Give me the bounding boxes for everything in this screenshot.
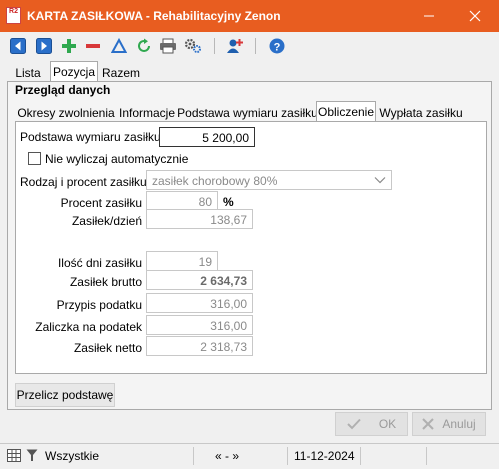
help-button[interactable]: ? (268, 37, 286, 55)
toolbar: ? (0, 32, 499, 60)
netto-input[interactable]: 2 318,73 (146, 336, 253, 356)
previous-button[interactable] (9, 37, 27, 55)
przypis-label: Przypis podatku (56, 298, 142, 312)
podstawa-input[interactable]: 5 200,00 (159, 127, 255, 147)
tab-lista[interactable]: Lista (9, 63, 47, 82)
status-date: 11-12-2024 (294, 449, 355, 463)
tab-okresy-zwolnienia[interactable]: Okresy zwolnienia (17, 103, 114, 122)
settings-button[interactable] (184, 37, 202, 55)
brutto-input[interactable]: 2 634,73 (146, 270, 253, 290)
user-add-icon (227, 39, 243, 53)
minimize-button[interactable] (406, 0, 452, 32)
filter-icon[interactable] (26, 449, 38, 465)
minimize-icon (424, 15, 434, 17)
triangle-icon (111, 38, 127, 53)
svg-text:?: ? (274, 42, 281, 54)
printer-icon (160, 38, 176, 54)
podstawa-label: Podstawa wymiaru zasiłku (20, 130, 161, 144)
procent-label: Procent zasiłku (60, 196, 142, 210)
close-button[interactable] (452, 0, 498, 32)
recalculate-button[interactable]: Przelicz podstawę (15, 383, 115, 407)
auto-checkbox[interactable] (28, 152, 41, 165)
zaliczka-input[interactable]: 316,00 (146, 315, 253, 335)
refresh-button[interactable] (135, 37, 153, 55)
table-icon[interactable] (7, 449, 21, 465)
toolbar-separator (255, 38, 256, 54)
tab-pozycja[interactable]: Pozycja (50, 61, 98, 82)
add-button[interactable] (60, 37, 78, 55)
procent-unit: % (223, 195, 234, 209)
tab-razem[interactable]: Razem (100, 63, 142, 82)
cancel-button[interactable]: Anuluj (412, 412, 486, 436)
chevron-down-icon (374, 177, 386, 184)
dzien-input[interactable]: 138,67 (146, 209, 253, 229)
procent-input[interactable]: 80 (146, 191, 218, 211)
tab-obliczenie[interactable]: Obliczenie (316, 101, 376, 122)
nav-arrows[interactable]: « - » (215, 449, 239, 463)
delete-button[interactable] (84, 37, 102, 55)
close-icon (422, 418, 435, 430)
status-separator (287, 447, 288, 465)
check-icon (347, 418, 361, 430)
auto-checkbox-label: Nie wyliczaj automatycznie (45, 152, 189, 166)
filter-status[interactable]: Wszystkie (45, 449, 99, 463)
tab-podstawa-wymiaru[interactable]: Podstawa wymiaru zasiłku (177, 103, 318, 122)
next-button[interactable] (35, 37, 53, 55)
close-icon (469, 10, 481, 22)
app-logo: R2 (6, 7, 21, 24)
ilosc-label: Ilość dni zasiłku (57, 256, 142, 270)
przypis-input[interactable]: 316,00 (146, 293, 253, 313)
arrow-right-icon (36, 38, 52, 54)
rodzaj-select[interactable]: zasiłek chorobowy 80% (146, 170, 392, 190)
print-button[interactable] (159, 37, 177, 55)
status-separator (426, 447, 427, 465)
plus-icon (62, 39, 76, 53)
tab-wyplata-zasilku[interactable]: Wypłata zasiłku (377, 103, 465, 122)
arrow-left-icon (10, 38, 26, 54)
window-title: KARTA ZASIŁKOWA - Rehabilitacyjny Zenon (27, 9, 281, 23)
ilosc-input[interactable]: 19 (146, 251, 218, 271)
netto-label: Zasiłek netto (73, 341, 142, 355)
minus-icon (86, 44, 100, 48)
edit-button[interactable] (110, 37, 128, 55)
rodzaj-select-value: zasiłek chorobowy 80% (152, 174, 278, 188)
dzien-label: Zasiłek/dzień (71, 214, 142, 228)
cancel-button-label: Anuluj (442, 417, 476, 431)
status-separator (360, 447, 361, 465)
zaliczka-label: Zaliczka na podatek (35, 320, 142, 334)
ok-button-label: OK (378, 417, 397, 431)
help-icon: ? (269, 38, 285, 54)
gears-icon (184, 38, 201, 53)
add-user-button[interactable] (226, 37, 244, 55)
toolbar-separator (214, 38, 215, 54)
tab-informacje[interactable]: Informacje (115, 103, 179, 122)
rodzaj-label: Rodzaj i procent zasiłku (20, 175, 147, 189)
ok-button[interactable]: OK (335, 412, 408, 436)
title-bar: R2 KARTA ZASIŁKOWA - Rehabilitacyjny Zen… (0, 0, 499, 32)
refresh-icon (138, 38, 150, 52)
status-separator (193, 447, 194, 465)
brutto-label: Zasiłek brutto (69, 275, 142, 289)
group-title: Przegląd danych (15, 83, 111, 97)
status-bar: Wszystkie « - » 11-12-2024 (0, 443, 499, 467)
